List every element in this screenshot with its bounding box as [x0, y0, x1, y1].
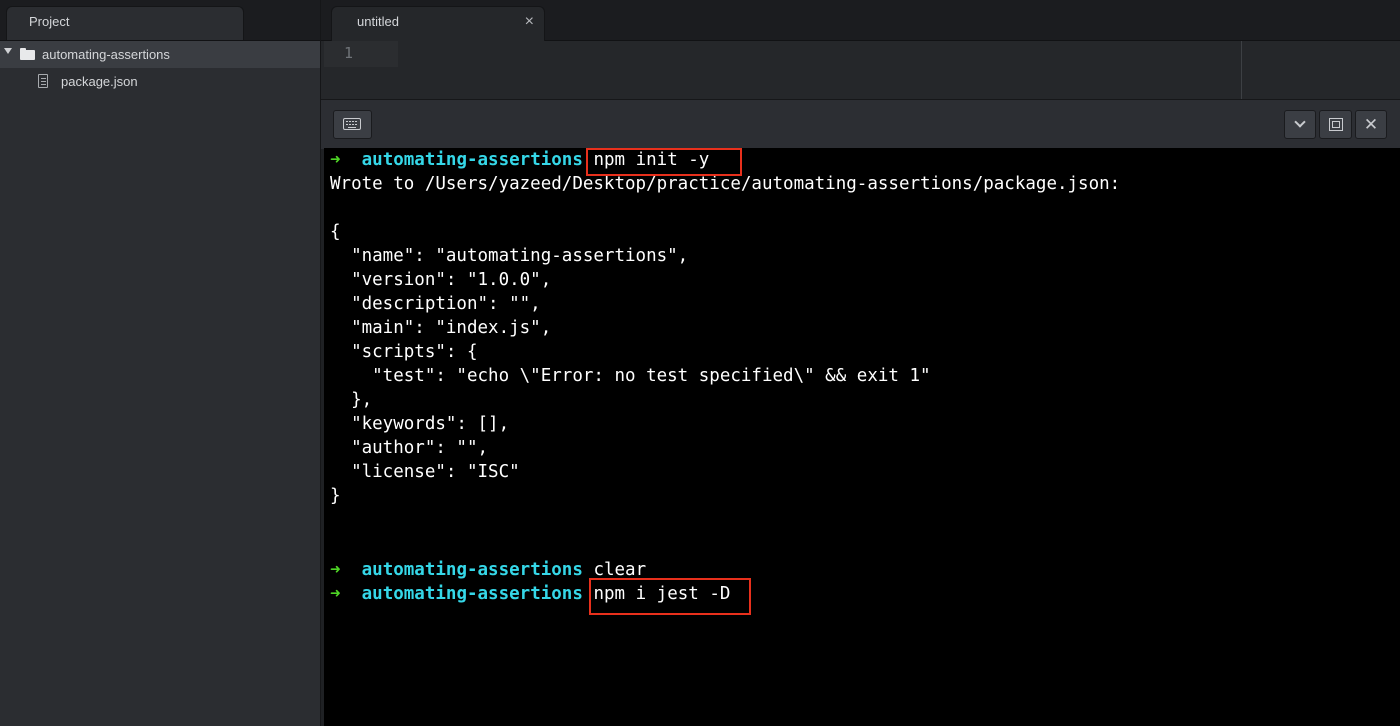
folder-name: automating-assertions — [42, 47, 170, 62]
maximize-icon — [1329, 118, 1343, 131]
expand-arrow-icon[interactable] — [4, 48, 12, 54]
close-terminal-button[interactable]: ✕ — [1355, 110, 1387, 139]
prompt-arrow: ➜ — [330, 560, 341, 580]
line-number: 1 — [344, 44, 354, 62]
tab-untitled-label: untitled — [357, 14, 399, 29]
prompt-arrow: ➜ — [330, 584, 341, 604]
maximize-terminal-button[interactable] — [1319, 110, 1352, 139]
close-tab-icon[interactable]: × — [525, 7, 534, 37]
terminal-output-line: }, — [330, 390, 373, 410]
highlight-box-npm-init — [586, 148, 742, 176]
tab-untitled[interactable]: untitled × — [331, 6, 545, 41]
folder-icon — [20, 48, 35, 60]
terminal-output-line: "name": "automating-assertions", — [330, 246, 689, 266]
keyboard-icon — [343, 118, 361, 130]
prompt-directory: automating-assertions — [361, 584, 583, 604]
terminal-command: clear — [593, 560, 647, 580]
terminal-output-line: { — [330, 222, 341, 242]
prompt-directory: automating-assertions — [361, 560, 583, 580]
file-icon — [38, 74, 48, 88]
terminal-output-line: "scripts": { — [330, 342, 478, 362]
wrap-guide — [1241, 41, 1242, 99]
prompt-directory: automating-assertions — [361, 150, 583, 170]
editor-tab-bar: untitled × — [321, 0, 1400, 41]
close-icon: ✕ — [1363, 115, 1379, 134]
terminal-output-line: "author": "", — [330, 438, 489, 458]
terminal-output[interactable]: ➜ automating-assertions npm init -y Wrot… — [324, 148, 1400, 726]
terminal-output-line: "test": "echo \"Error: no test specified… — [330, 366, 931, 386]
terminal-output-line: "version": "1.0.0", — [330, 270, 552, 290]
text-editor[interactable]: 1 — [321, 41, 1400, 99]
terminal-output-line: "main": "index.js", — [330, 318, 552, 338]
terminal-output-line: "keywords": [], — [330, 414, 510, 434]
terminal-output-line: "license": "ISC" — [330, 462, 520, 482]
terminal-toolbar: ✕ — [321, 99, 1400, 149]
tree-view-panel: Project automating-assertions package.js… — [0, 0, 321, 726]
terminal-output-line: } — [330, 486, 341, 506]
prompt-arrow: ➜ — [330, 150, 341, 170]
tree-view-tab-bar: Project — [0, 0, 320, 41]
tab-project-label: Project — [29, 14, 70, 29]
tree-item-project-folder[interactable]: automating-assertions — [0, 41, 320, 68]
keyboard-button[interactable] — [333, 110, 372, 139]
file-name: package.json — [61, 74, 138, 89]
tree-item-file[interactable]: package.json — [0, 68, 320, 95]
terminal-output-line: "description": "", — [330, 294, 541, 314]
tab-project[interactable]: Project — [6, 6, 244, 40]
gutter-current-line: 1 — [324, 41, 398, 67]
collapse-terminal-button[interactable] — [1284, 110, 1316, 139]
highlight-box-npm-jest — [589, 578, 751, 615]
chevron-down-icon — [1294, 116, 1306, 128]
